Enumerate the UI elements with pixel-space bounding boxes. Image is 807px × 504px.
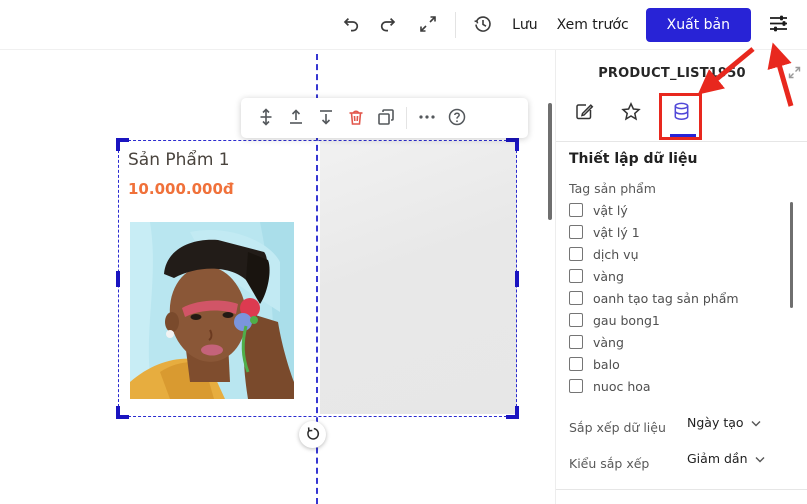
tag-label: vật lý	[593, 203, 628, 218]
database-icon	[671, 101, 692, 125]
canvas-scrollbar[interactable]	[548, 103, 552, 220]
sort-type-label: Kiểu sắp xếp	[569, 456, 649, 471]
topbar: Lưu Xem trước Xuất bản	[0, 0, 807, 50]
settings-sidebar: PRODUCT_LIST1950	[555, 50, 807, 504]
collapse-icon	[788, 66, 801, 82]
tag-list: vật lý vật lý 1 dịch vụ vàng oanh tạo ta…	[569, 199, 784, 397]
page-builder-app: Lưu Xem trước Xuất bản	[0, 0, 807, 504]
topbar-divider	[455, 12, 456, 38]
checkbox[interactable]	[569, 335, 583, 349]
tag-label: vật lý 1	[593, 225, 640, 240]
tag-checkbox-item[interactable]: nuoc hoa	[569, 375, 784, 397]
checkbox[interactable]	[569, 225, 583, 239]
preview-button[interactable]: Xem trước	[555, 13, 631, 37]
sort-type-row: Kiểu sắp xếp Giảm dần	[569, 453, 795, 473]
resize-handle-bottom-right[interactable]	[506, 406, 519, 419]
tag-label: dịch vụ	[593, 247, 639, 262]
tag-list-scrollbar[interactable]	[790, 202, 793, 308]
sort-type-select[interactable]: Giảm dần	[687, 451, 765, 466]
tag-label: vàng	[593, 335, 624, 350]
sort-data-select[interactable]: Ngày tạo	[687, 415, 761, 430]
tab-favorite[interactable]	[618, 100, 644, 126]
publish-button[interactable]: Xuất bản	[646, 8, 751, 42]
resize-handle-mid-left[interactable]	[116, 271, 120, 287]
checkbox[interactable]	[569, 357, 583, 371]
section-heading: Thiết lập dữ liệu	[569, 151, 697, 167]
checkbox[interactable]	[569, 313, 583, 327]
rotate-handle[interactable]	[299, 421, 326, 448]
element-toolbar	[241, 98, 528, 138]
move-down-icon	[316, 107, 336, 130]
component-name: PRODUCT_LIST1950	[556, 66, 788, 81]
tab-edit[interactable]	[571, 100, 597, 126]
sort-data-row: Sắp xếp dữ liệu Ngày tạo	[569, 417, 795, 437]
move-up-icon	[286, 107, 306, 130]
tag-label: oanh tạo tag sản phẩm	[593, 291, 739, 306]
sidebar-divider	[556, 141, 807, 142]
tag-checkbox-item[interactable]: gau bong1	[569, 309, 784, 331]
sidebar-bottom-divider	[556, 489, 807, 490]
move-up-button[interactable]	[281, 103, 311, 133]
fullscreen-icon	[418, 14, 438, 37]
duplicate-button[interactable]	[371, 103, 401, 133]
save-button[interactable]: Lưu	[510, 13, 540, 37]
resize-handle-bottom-left[interactable]	[116, 406, 129, 419]
sort-data-label: Sắp xếp dữ liệu	[569, 420, 666, 435]
tag-checkbox-item[interactable]: balo	[569, 353, 784, 375]
trash-icon	[346, 107, 366, 130]
redo-button[interactable]	[377, 13, 401, 37]
edit-icon	[574, 101, 595, 125]
undo-icon	[339, 13, 361, 38]
resize-handle-top-left[interactable]	[116, 138, 129, 151]
delete-button[interactable]	[341, 103, 371, 133]
tag-checkbox-item[interactable]: vàng	[569, 331, 784, 353]
tune-icon	[768, 13, 789, 37]
sort-type-value: Giảm dần	[687, 451, 748, 466]
selection-outline[interactable]	[118, 140, 517, 417]
tag-checkbox-item[interactable]: oanh tạo tag sản phẩm	[569, 287, 784, 309]
chevron-down-icon	[755, 451, 765, 466]
move-down-button[interactable]	[311, 103, 341, 133]
topbar-actions: Lưu Xem trước Xuất bản	[338, 0, 790, 50]
undo-button[interactable]	[338, 13, 362, 37]
distribute-vertical-icon	[256, 107, 276, 130]
tag-label: nuoc hoa	[593, 379, 651, 394]
resize-handle-top-right[interactable]	[506, 138, 519, 151]
star-icon	[620, 101, 642, 126]
help-button[interactable]	[442, 103, 472, 133]
duplicate-icon	[376, 107, 396, 130]
checkbox[interactable]	[569, 269, 583, 283]
tag-checkbox-item[interactable]: dịch vụ	[569, 243, 784, 265]
checkbox[interactable]	[569, 203, 583, 217]
tag-checkbox-item[interactable]: vàng	[569, 265, 784, 287]
redo-icon	[378, 13, 400, 38]
tag-label: balo	[593, 357, 620, 372]
tag-label: gau bong1	[593, 313, 660, 328]
collapse-panel-button[interactable]	[786, 66, 802, 82]
help-icon	[447, 107, 467, 130]
more-icon	[417, 107, 437, 130]
tab-data[interactable]	[668, 100, 694, 126]
editor-canvas[interactable]: Sản Phẩm 1 10.000.000đ	[0, 50, 555, 504]
distribute-vertical-button[interactable]	[251, 103, 281, 133]
more-options-button[interactable]	[412, 103, 442, 133]
active-tab-indicator	[670, 134, 696, 137]
checkbox[interactable]	[569, 291, 583, 305]
tag-label: vàng	[593, 269, 624, 284]
history-button[interactable]	[471, 13, 495, 37]
resize-handle-mid-right[interactable]	[515, 271, 519, 287]
tag-checkbox-item[interactable]: vật lý 1	[569, 221, 784, 243]
history-icon	[473, 14, 493, 37]
toolbar-divider	[406, 107, 407, 129]
tags-label: Tag sản phẩm	[569, 181, 656, 196]
sort-data-value: Ngày tạo	[687, 415, 744, 430]
settings-button[interactable]	[766, 13, 790, 37]
fullscreen-button[interactable]	[416, 13, 440, 37]
chevron-down-icon	[751, 415, 761, 430]
checkbox[interactable]	[569, 379, 583, 393]
rotate-icon	[305, 426, 320, 444]
checkbox[interactable]	[569, 247, 583, 261]
tag-checkbox-item[interactable]: vật lý	[569, 199, 784, 221]
